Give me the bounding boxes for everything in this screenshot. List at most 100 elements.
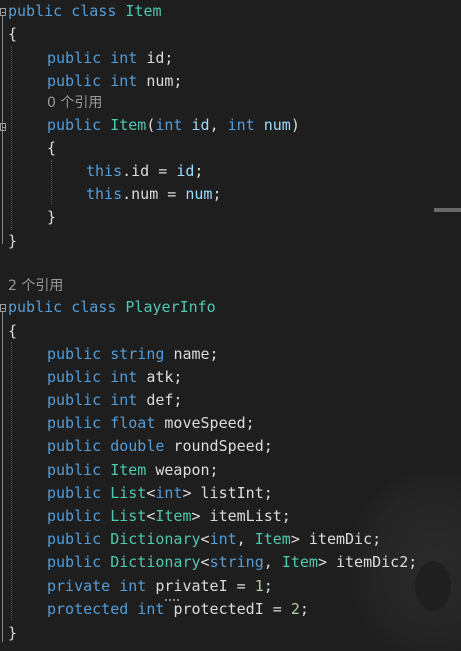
type-name: Item — [155, 507, 192, 525]
angle-bracket: > — [290, 530, 300, 548]
codelens-references-playerinfo[interactable]: 2 个引用 — [8, 275, 63, 298]
operator: = — [263, 600, 291, 618]
code-line-playerinfo-decl[interactable]: public class PlayerInfo — [8, 296, 216, 319]
type-keyword: int — [110, 391, 138, 409]
angle-bracket: < — [200, 530, 210, 548]
keyword: public — [47, 461, 102, 479]
field-name: roundSpeed; — [173, 437, 273, 455]
code-line-ctor-close-brace[interactable]: } — [47, 206, 56, 229]
code-line-field-listint[interactable]: public List<int> listInt; — [47, 482, 273, 505]
code-line-ctor-open-brace[interactable]: { — [47, 137, 56, 160]
code-line-close-brace[interactable]: } — [8, 622, 17, 645]
parameter: id — [191, 116, 210, 134]
brace: } — [8, 232, 18, 250]
comma: , — [236, 530, 255, 548]
code-line-field-atk[interactable]: public int atk; — [47, 366, 182, 389]
code-line-field-roundspeed[interactable]: public double roundSpeed; — [47, 435, 273, 458]
keyword: public — [47, 368, 102, 386]
code-line-field-itemlist[interactable]: public List<Item> itemList; — [47, 505, 291, 528]
code-line-assign-id[interactable]: this.id = id; — [86, 160, 203, 183]
code-line-field-protectedi[interactable]: protected int protectedI = 2; — [47, 598, 309, 621]
type-name: Dictionary — [110, 553, 201, 571]
semicolon: ; — [194, 162, 204, 180]
number-literal: 1 — [254, 577, 264, 595]
keyword: public — [47, 507, 102, 525]
field-name: moveSpeed; — [164, 414, 255, 432]
type-keyword: int — [110, 72, 138, 90]
field-name: itemDic; — [299, 530, 382, 548]
code-line-field-def[interactable]: public int def; — [47, 389, 182, 412]
type-keyword: int — [110, 49, 138, 67]
brace: } — [47, 208, 57, 226]
code-line-close-brace[interactable]: } — [8, 230, 17, 253]
keyword: public — [47, 116, 102, 134]
angle-bracket: < — [200, 553, 210, 571]
keyword: public — [47, 437, 102, 455]
type-keyword: int — [155, 116, 183, 134]
indent-guide — [11, 46, 12, 230]
keyword: public — [47, 484, 102, 502]
codelens-references-item-ctor[interactable]: 0 个引用 — [47, 92, 102, 115]
fold-toggle-item-class[interactable] — [0, 8, 6, 16]
code-line-field-weapon[interactable]: public Item weapon; — [47, 459, 219, 482]
operator: = — [227, 577, 255, 595]
brace: { — [8, 25, 18, 43]
code-line-assign-num[interactable]: this.num = num; — [86, 183, 221, 206]
brace: { — [8, 322, 18, 340]
semicolon: ; — [263, 577, 273, 595]
code-line-item-class-decl[interactable]: public class Item — [8, 0, 162, 23]
keyword: class — [71, 2, 117, 20]
keyword: public — [8, 2, 63, 20]
constructor-name: Item — [110, 116, 147, 134]
paren: ) — [290, 116, 300, 134]
keyword: public — [47, 49, 102, 67]
type-keyword: string — [110, 345, 165, 363]
type-keyword: int — [137, 600, 165, 618]
type-keyword: double — [110, 437, 165, 455]
background-watermark-shape — [415, 561, 451, 611]
parameter: num — [263, 116, 291, 134]
type-keyword: int — [227, 116, 255, 134]
fold-toggle-item-constructor[interactable] — [0, 123, 6, 131]
keyword: protected — [47, 600, 129, 618]
field-name: itemDic2; — [326, 553, 418, 571]
keyword: public — [47, 345, 102, 363]
operator: = — [149, 162, 177, 180]
type-name: Item — [254, 530, 291, 548]
field-name: protectedI — [173, 600, 264, 618]
angle-bracket: > — [191, 507, 201, 525]
code-line-open-brace[interactable]: { — [8, 320, 17, 343]
keyword: public — [47, 391, 102, 409]
code-line-constructor[interactable]: public Item(int id, int num) — [47, 114, 300, 137]
type-name: List — [110, 507, 147, 525]
code-editor[interactable]: public class Item { public int id; publi… — [0, 0, 461, 651]
code-line-field-num[interactable]: public int num; — [47, 70, 182, 93]
operator: = — [158, 185, 186, 203]
code-line-field-itemdic[interactable]: public Dictionary<int, Item> itemDic; — [47, 528, 381, 551]
code-line-open-brace[interactable]: { — [8, 23, 17, 46]
type-name: List — [110, 484, 147, 502]
code-line-field-itemdic2[interactable]: public Dictionary<string, Item> itemDic2… — [47, 551, 417, 574]
code-line-field-privatei[interactable]: private int privateI = 1; — [47, 575, 273, 598]
field-name: weapon; — [155, 461, 219, 479]
type-keyword: int — [155, 484, 183, 502]
parameter: id — [176, 162, 195, 180]
keyword: public — [47, 414, 102, 432]
code-line-field-id[interactable]: public int id; — [47, 47, 173, 70]
class-name: PlayerInfo — [125, 298, 216, 316]
type-name: Item — [110, 461, 147, 479]
scrollbar-marker[interactable] — [434, 208, 461, 212]
comma: , — [263, 553, 282, 571]
fold-toggle-playerinfo-class[interactable] — [0, 304, 6, 312]
field-name: name; — [173, 345, 219, 363]
code-line-field-name[interactable]: public string name; — [47, 343, 219, 366]
code-line-field-movespeed[interactable]: public float moveSpeed; — [47, 412, 255, 435]
brace: } — [8, 624, 18, 642]
angle-bracket: > — [182, 484, 192, 502]
type-name: Dictionary — [110, 530, 201, 548]
field-name: privateI — [155, 577, 228, 595]
comma: , — [209, 116, 228, 134]
member-access: .num — [122, 185, 159, 203]
semicolon: ; — [299, 600, 309, 618]
angle-bracket: > — [317, 553, 327, 571]
